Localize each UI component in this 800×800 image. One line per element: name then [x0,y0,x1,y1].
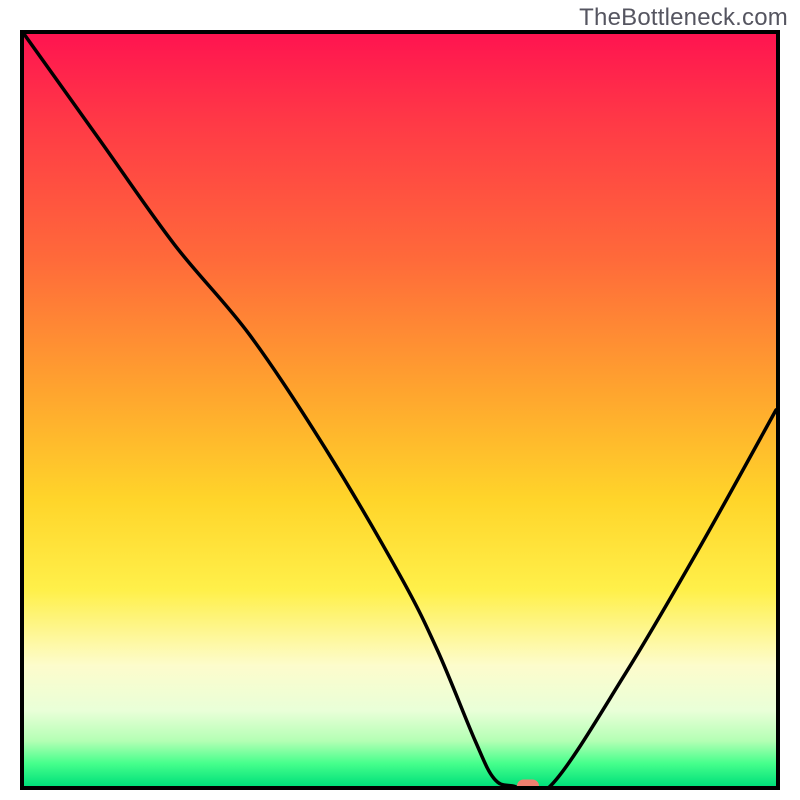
bottleneck-curve [24,34,776,786]
curve-svg [24,34,776,786]
chart-container: TheBottleneck.com [0,0,800,800]
optimal-marker [517,780,539,791]
plot-frame [20,30,780,790]
watermark-text: TheBottleneck.com [579,4,788,32]
